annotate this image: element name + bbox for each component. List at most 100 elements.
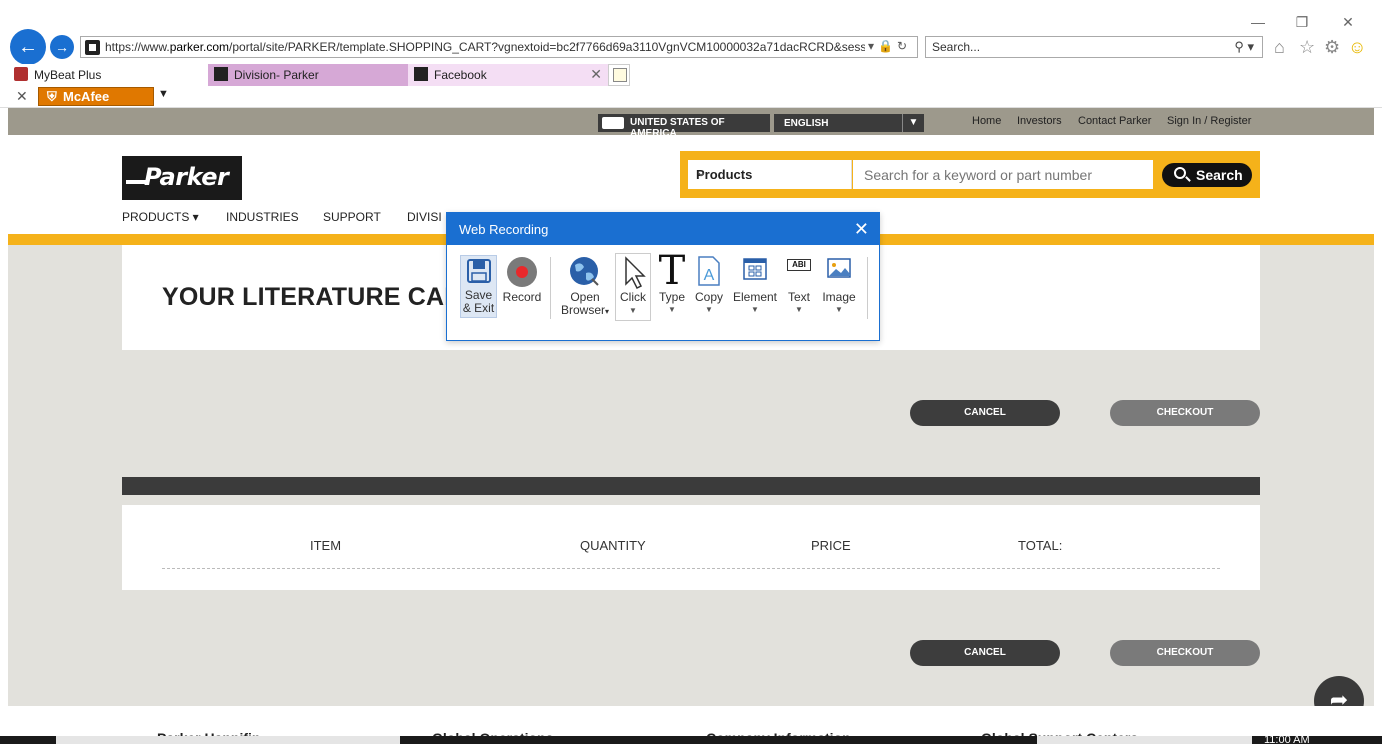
record-button[interactable]: Record — [501, 255, 543, 318]
tab-label: MyBeat Plus — [34, 68, 102, 82]
close-icon[interactable]: ✕ — [854, 219, 869, 240]
open-browser-button[interactable]: Open Browser▾ — [560, 255, 610, 321]
new-tab-button[interactable] — [608, 64, 630, 86]
text-field-icon: ABI — [787, 259, 811, 271]
minimize-icon[interactable]: — — [1248, 12, 1268, 32]
language-selector[interactable]: ENGLISH ▼ — [774, 114, 924, 132]
image-button[interactable]: Image ▼ — [819, 255, 859, 321]
site-favicon-icon — [85, 40, 100, 55]
mcafee-shield-icon: ⛨ — [47, 89, 57, 104]
refresh-icon[interactable]: ↻ — [897, 39, 911, 53]
nav-divisions[interactable]: DIVISI — [407, 210, 442, 224]
taskbar-clock: 11:00 AM — [1264, 736, 1310, 744]
toolbar-separator — [867, 257, 868, 319]
chevron-down-icon: ⌄ — [696, 165, 707, 179]
mcafee-label: McAfee — [63, 89, 110, 104]
country-label: UNITED STATES OF AMERICA — [630, 117, 725, 139]
gear-icon[interactable]: ⚙ — [1324, 37, 1340, 58]
dialog-title: Web Recording — [459, 222, 549, 237]
nav-support[interactable]: SUPPORT — [323, 210, 381, 224]
home-icon[interactable]: ⌂ — [1274, 37, 1285, 58]
chevron-down-icon: ▼ — [705, 305, 713, 314]
tab-label: Facebook — [434, 68, 487, 82]
parker-logo[interactable]: Parker — [122, 156, 242, 200]
top-link-contact[interactable]: Contact Parker — [1078, 115, 1151, 127]
favorites-star-icon[interactable]: ☆ — [1299, 37, 1315, 58]
tab-facebook[interactable]: Facebook ✕ — [408, 64, 608, 86]
checkout-button-bottom[interactable]: CHECKOUT — [1110, 640, 1260, 666]
tab-label: Division- Parker — [234, 68, 319, 82]
address-bar[interactable]: https://www.parker.com/portal/site/PARKE… — [80, 36, 918, 58]
nav-industries[interactable]: INDUSTRIES — [226, 210, 299, 224]
column-header-total: TOTAL: — [1018, 538, 1063, 553]
search-icon[interactable]: ⚲ ▾ — [1234, 39, 1254, 55]
save-exit-button[interactable]: Save & Exit — [460, 255, 497, 318]
svg-text:A: A — [704, 267, 715, 284]
cart-table-panel — [122, 505, 1260, 590]
top-link-investors[interactable]: Investors — [1017, 115, 1062, 127]
logo-text: Parker — [144, 163, 229, 191]
page-title: YOUR LITERATURE CAR — [162, 283, 463, 311]
globe-icon — [570, 257, 599, 286]
taskbar-item[interactable] — [56, 736, 400, 744]
top-link-home[interactable]: Home — [972, 115, 1001, 127]
image-picture-icon — [827, 258, 851, 278]
element-button[interactable]: Element ▼ — [731, 255, 779, 321]
browser-chrome: — ❐ ✕ ← → https://www.parker.com/portal/… — [0, 0, 1382, 108]
record-icon — [507, 257, 537, 287]
type-button[interactable]: T Type ▼ — [655, 251, 689, 321]
toolbar-separator — [550, 257, 551, 319]
chevron-down-icon[interactable]: ▼ — [158, 88, 169, 100]
browser-search-placeholder: Search... — [932, 40, 981, 54]
chevron-down-icon: ▼ — [795, 305, 803, 314]
click-button[interactable]: Click ▼ — [615, 253, 651, 321]
country-selector[interactable]: UNITED STATES OF AMERICA — [598, 114, 770, 139]
text-button[interactable]: ABI Text ▼ — [783, 255, 815, 321]
parker-favicon-icon — [414, 67, 428, 81]
search-button[interactable]: Search — [1162, 163, 1252, 187]
world-map-icon — [602, 117, 624, 129]
column-header-quantity: QUANTITY — [580, 538, 646, 553]
dialog-title-bar[interactable]: Web Recording ✕ — [447, 213, 879, 245]
chevron-down-icon: ▼ — [902, 114, 924, 132]
dropdown-icon[interactable]: ▾ — [868, 39, 878, 53]
close-window-icon[interactable]: ✕ — [1338, 12, 1358, 32]
copy-document-icon: A — [698, 256, 720, 286]
smiley-icon[interactable]: ☺ — [1348, 37, 1366, 58]
nav-products[interactable]: PRODUCTS ▾ — [122, 210, 199, 224]
keyword-search-input[interactable] — [853, 160, 1153, 189]
chevron-down-icon: ▼ — [835, 305, 843, 314]
restore-icon[interactable]: ❐ — [1292, 12, 1312, 32]
close-tab-icon[interactable]: ✕ — [590, 66, 602, 83]
checkout-button[interactable]: CHECKOUT — [1110, 400, 1260, 426]
tab-division-parker[interactable]: Division- Parker — [208, 64, 408, 86]
lock-icon: 🔒 — [877, 39, 897, 53]
parker-favicon-icon — [214, 67, 228, 81]
close-toolbar-icon[interactable]: ✕ — [16, 88, 28, 105]
element-grid-icon — [743, 258, 767, 280]
new-tab-icon — [613, 68, 627, 82]
copy-button[interactable]: A Copy ▼ — [692, 255, 726, 321]
back-arrow-icon[interactable]: ← — [10, 29, 46, 65]
mcafee-button[interactable]: ⛨ McAfee — [38, 87, 154, 106]
cancel-button-bottom[interactable]: CANCEL — [910, 640, 1060, 666]
forward-arrow-icon[interactable]: → — [50, 35, 74, 59]
taskbar-item[interactable] — [1037, 736, 1252, 744]
language-label: ENGLISH — [784, 118, 829, 129]
browser-search-input[interactable]: Search... ⚲ ▾ — [925, 36, 1263, 58]
table-divider — [162, 568, 1220, 569]
search-category-select[interactable]: Products ⌄ — [688, 160, 852, 189]
top-link-sign-in[interactable]: Sign In / Register — [1167, 115, 1251, 127]
search-icon — [1174, 167, 1186, 179]
address-controls[interactable]: ▾🔒↻ — [868, 39, 911, 53]
cart-header-strip — [122, 477, 1260, 495]
floppy-disk-icon — [467, 259, 491, 283]
tab-mybeat-plus[interactable]: MyBeat Plus — [8, 64, 208, 86]
chevron-down-icon: ▼ — [751, 305, 759, 314]
cancel-button[interactable]: CANCEL — [910, 400, 1060, 426]
chevron-down-icon: ▼ — [668, 305, 676, 314]
column-header-item: ITEM — [310, 538, 342, 553]
search-button-label: Search — [1196, 167, 1243, 183]
taskbar: 11:00 AM — [0, 736, 1382, 744]
type-t-icon: T — [658, 248, 686, 294]
